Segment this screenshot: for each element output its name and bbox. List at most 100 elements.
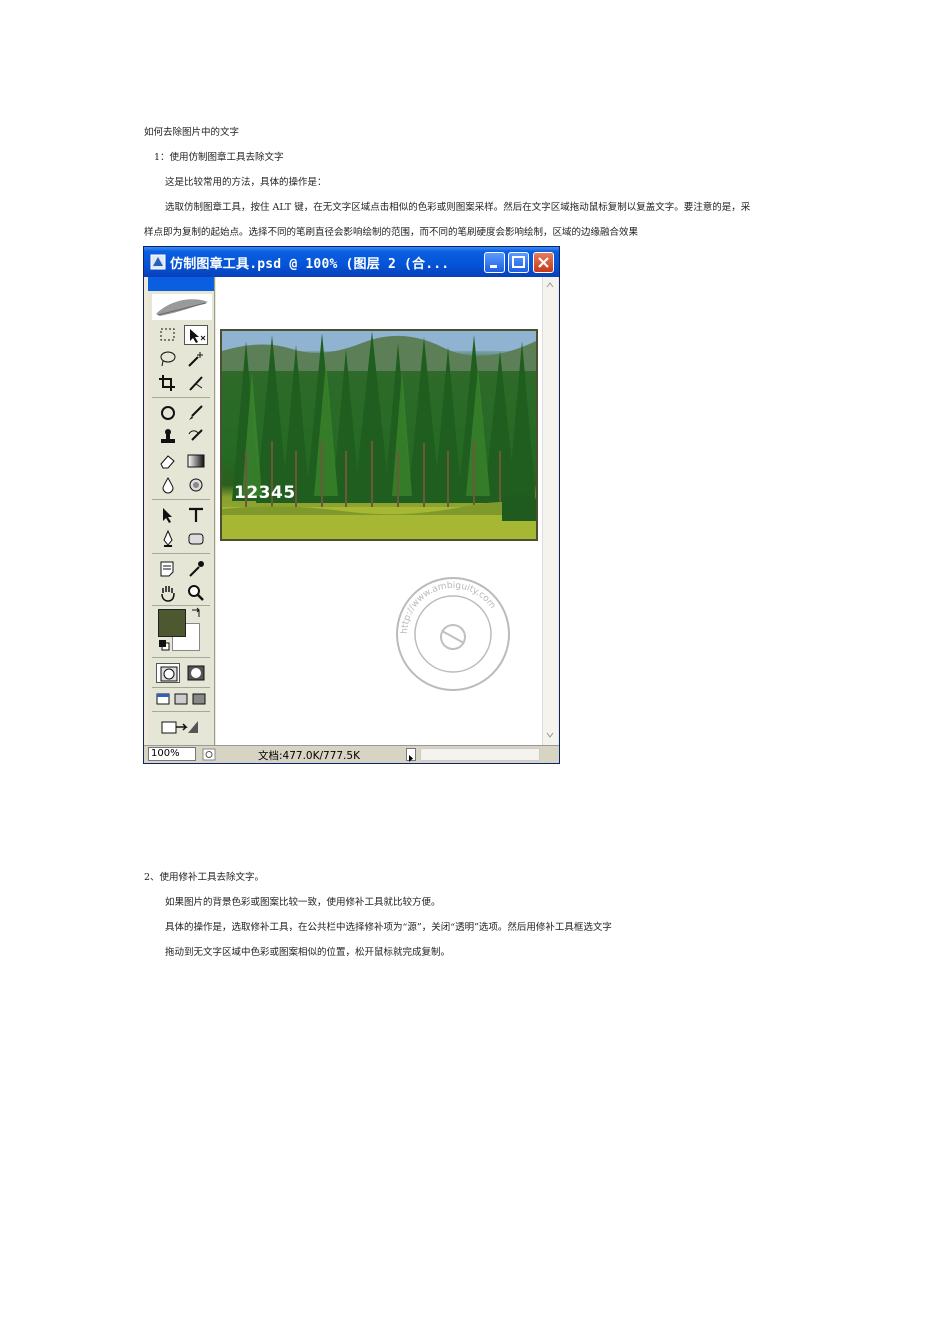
standard-mode-icon [160,666,178,682]
close-button[interactable] [533,252,554,273]
crop-icon [159,375,175,391]
marquee-tool[interactable] [156,325,180,345]
toolbox-divider [152,605,210,606]
magnifier-icon [188,585,204,601]
path-selection-tool[interactable] [156,505,180,525]
section1-step-line2: 样点即为复制的起始点。选择不同的笔刷直径会影响绘制的范围，而不同的笔刷硬度会影响… [144,227,639,238]
arrow-icon [163,508,172,523]
zoom-field[interactable]: 100% [148,747,196,761]
section2-title: 2、使用修补工具去除文字。 [144,872,265,883]
pen-tool[interactable] [156,529,180,549]
close-icon [538,257,549,268]
move-icon [190,329,206,343]
eraser-icon [160,455,175,469]
section1-intro: 这是比较常用的方法，具体的操作是： [165,177,327,188]
vertical-scrollbar[interactable] [542,277,558,745]
imageready-icon [161,721,198,734]
stamp-icon [161,429,175,443]
eyedropper-tool[interactable] [184,559,208,579]
minimize-icon [490,265,497,268]
toolbox-divider [152,687,210,688]
standard-mode-button[interactable] [156,663,180,683]
dodge-tool[interactable] [184,475,208,495]
toolbox-header[interactable] [148,277,214,291]
hand-tool[interactable] [156,583,180,603]
pen-icon [163,530,173,547]
toolbox [148,277,215,745]
hand-icon [161,586,175,602]
status-arrow-button[interactable] [406,748,416,762]
section2-line2: 具体的操作是，选取修补工具，在公共栏中选择修补项为“源”，关闭“透明”选项。然后… [165,922,612,933]
forest-photo: 12345 [220,329,538,541]
status-bar: 100% 文档:477.0K/777.5K [144,745,559,763]
slice-tool[interactable] [184,373,208,393]
window-icon [174,693,188,705]
shape-tool[interactable] [184,529,208,549]
zoom-tool[interactable] [184,583,208,603]
marquee-icon [160,328,175,341]
status-menu-icon[interactable] [202,748,216,761]
page-title: 如何去除图片中的文字 [144,127,240,138]
gradient-tool[interactable] [184,451,208,471]
toolbox-divider [152,711,210,712]
toolbox-divider [152,499,210,500]
quick-mask-icon [187,665,205,681]
screen-mode-full[interactable] [190,691,208,711]
bandage-icon [161,406,175,420]
dodge-icon [189,478,203,492]
drop-icon [162,476,174,494]
magic-wand-icon [188,352,203,367]
window-titlebar[interactable]: 仿制图章工具.psd @ 100% (图层 2 (合... [144,247,559,277]
type-tool[interactable] [184,505,208,525]
foreground-color-swatch[interactable] [158,609,186,637]
toolbox-divider [152,397,210,398]
window-icon [156,693,170,705]
photo-overlay-text: 12345 [234,483,296,503]
maximize-button[interactable] [508,252,529,273]
clone-stamp-tool[interactable] [156,427,180,447]
scroll-up-icon[interactable] [544,279,556,291]
brush-tool[interactable] [184,403,208,423]
history-brush-tool[interactable] [184,427,208,447]
notes-tool[interactable] [156,559,180,579]
feather-icon [156,299,208,316]
eyedropper-icon [189,561,204,577]
horizontal-scrollbar[interactable] [420,748,540,761]
rounded-rect-icon [188,533,204,545]
blur-tool[interactable] [156,475,180,495]
screen-mode-full-menu[interactable] [172,691,190,711]
history-brush-icon [188,429,203,441]
feather-logo [152,294,212,320]
eraser-tool[interactable] [156,451,180,471]
lasso-tool[interactable] [156,349,180,369]
gradient-icon [187,454,205,468]
watermark-stamp-icon: http://www.ambiguity.com [396,577,510,691]
section2-line3: 拖动到无文字区域中色彩或图案相似的位置，松开鼠标就完成复制。 [165,947,451,958]
brush-icon [189,405,203,420]
healing-brush-tool[interactable] [156,403,180,423]
play-arrow-icon [409,755,413,762]
swap-colors-icon[interactable] [190,607,202,619]
section1-step-line1: 选取仿制图章工具，按住 ALT 键，在无文字区域点击相似的色彩或则图案采样。然后… [165,202,751,213]
quick-mask-button[interactable] [184,663,208,683]
default-colors-icon[interactable] [158,639,170,651]
section1-title: 1：使用仿制图章工具去除文字 [154,152,284,163]
jump-to-imageready-button[interactable] [156,717,206,737]
crop-tool[interactable] [156,373,180,393]
slice-icon [189,376,203,391]
lasso-icon [160,351,176,367]
screen-mode-standard[interactable] [154,691,172,711]
note-icon [160,561,174,577]
move-tool[interactable] [184,325,208,345]
scroll-down-icon[interactable] [544,729,556,741]
maximize-icon [512,256,525,268]
minimize-button[interactable] [484,252,505,273]
window-icon [192,693,206,705]
document-size: 文档:477.0K/777.5K [258,750,360,762]
toolbox-divider [152,553,210,554]
magic-wand-tool[interactable] [184,349,208,369]
forest-trees-image [222,331,536,539]
window-title: 仿制图章工具.psd @ 100% (图层 2 (合... [170,257,450,272]
document-icon [150,254,166,270]
section2-line1: 如果图片的背景色彩或图案比较一致，使用修补工具就比较方便。 [165,897,441,908]
